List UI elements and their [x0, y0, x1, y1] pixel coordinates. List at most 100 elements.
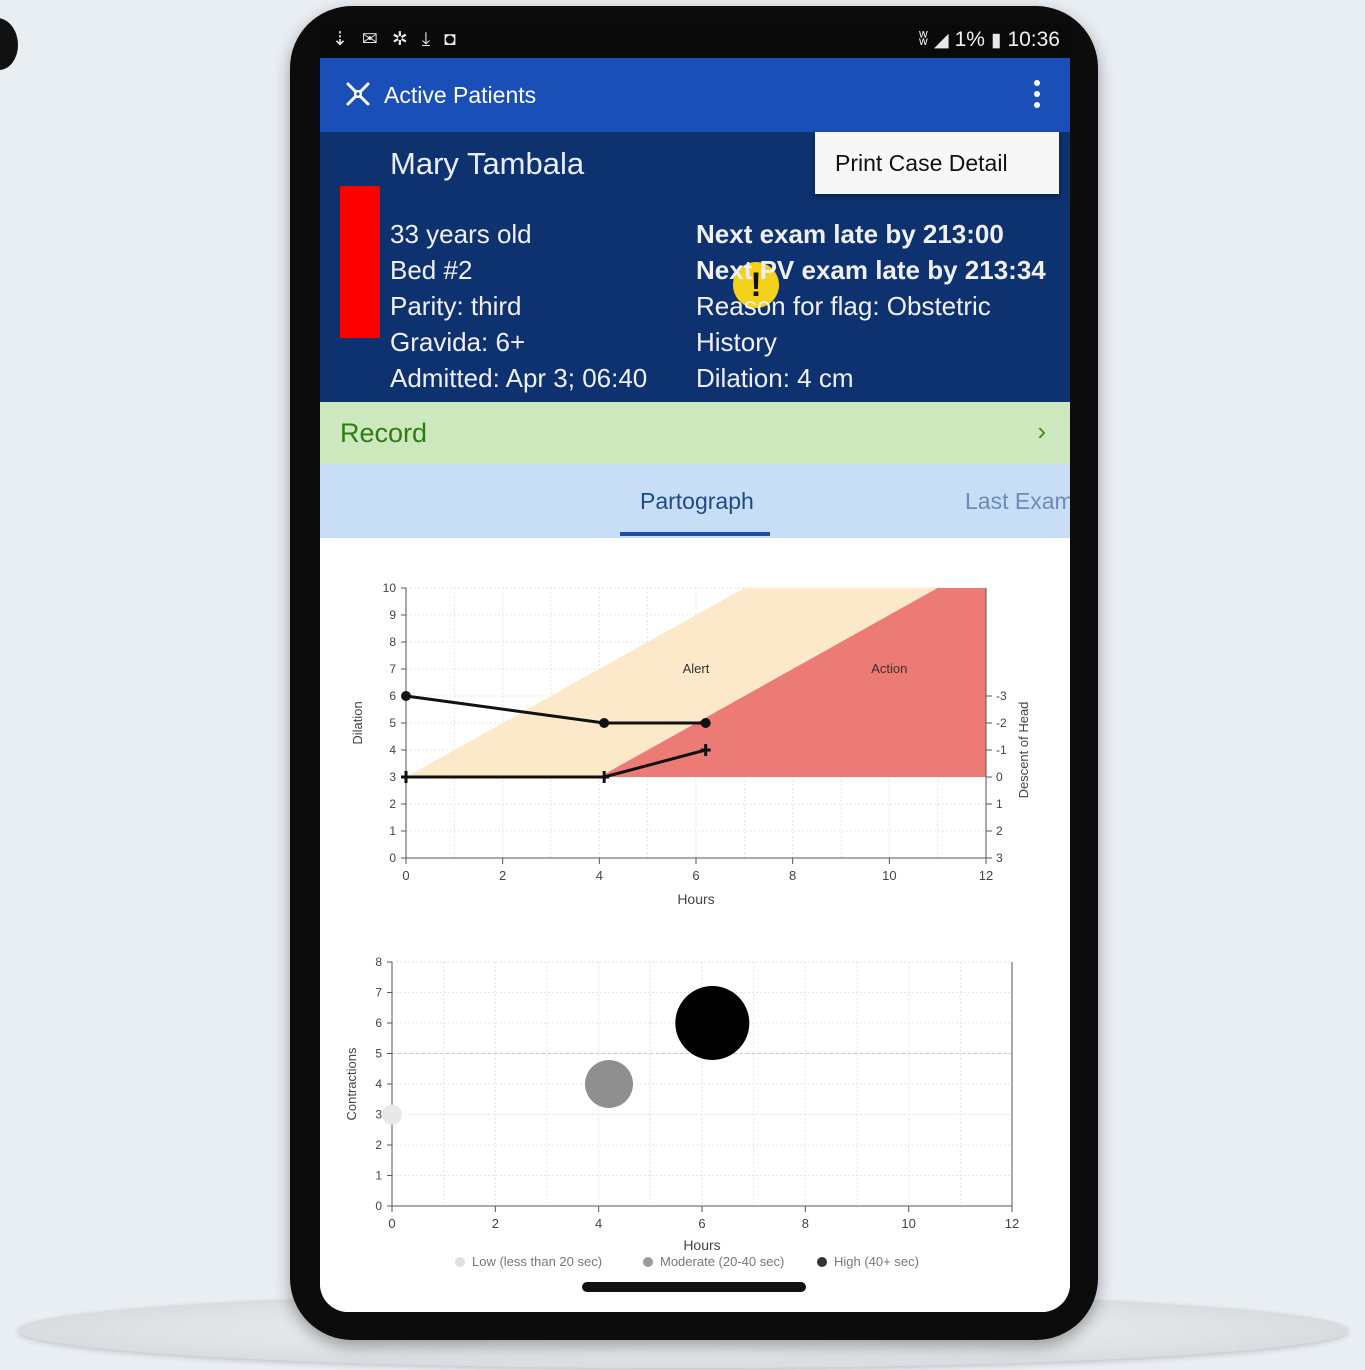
- home-indicator: [582, 1282, 806, 1292]
- y-tick-label: 2: [389, 797, 396, 811]
- x-tick-label: 0: [402, 868, 409, 883]
- y2-tick-label: 1: [996, 797, 1003, 811]
- patient-parity: Parity: third: [390, 291, 522, 321]
- x-axis-title: Hours: [683, 1237, 720, 1253]
- exam-status: Next exam late by 213:00 Next PV exam la…: [696, 216, 1070, 396]
- y-tick-label: 1: [389, 824, 396, 838]
- y-tick-label: 0: [389, 851, 396, 865]
- legend-marker: [817, 1257, 827, 1267]
- y-tick-label: 9: [389, 608, 396, 622]
- partograph-chart: Alert Action0123456789100 2 4 6 8 10 12-3-2-101…: [350, 581, 1031, 907]
- x-tick-label: 2: [499, 868, 506, 883]
- y-tick-label: 1: [375, 1169, 382, 1183]
- legend-marker: [643, 1257, 653, 1267]
- x-tick-label: 8: [789, 868, 796, 883]
- x-tick-label: 4: [596, 868, 603, 883]
- legend-label: Moderate (20-40 sec): [660, 1254, 784, 1269]
- y-tick-label: 5: [375, 1047, 382, 1061]
- y-tick-label: 7: [375, 986, 382, 1000]
- tab-bar: Partograph Last Exam: [320, 464, 1070, 538]
- clock: 10:36: [1007, 28, 1060, 51]
- contraction-point-moderate: [585, 1060, 633, 1108]
- y2-tick-label: 0: [996, 770, 1003, 784]
- patient-gravida: Gravida: 6+: [390, 327, 526, 357]
- battery-icon: ▮: [990, 29, 1002, 51]
- y-tick-label: 4: [389, 743, 396, 757]
- current-dilation: Dilation: 4 cm: [696, 363, 854, 393]
- next-pv-exam-late: Next PV exam late by 213:34: [696, 255, 1046, 285]
- phone-screen: ⇣ ✉ ✲ ⤓ ◘ ʬ ◢ 1% ▮ 10:36 Active Patients…: [320, 22, 1070, 1312]
- y-tick-label: 4: [375, 1077, 382, 1091]
- chevron-right-icon: ›: [1037, 416, 1046, 446]
- print-case-detail-label: Print Case Detail: [835, 150, 1008, 176]
- y-tick-label: 7: [389, 662, 396, 676]
- y-tick-label: 10: [383, 581, 397, 595]
- download-icon: ⤓: [421, 28, 431, 50]
- contractions-chart: 0123456780 2 4 6 8 10 12HoursContractionsLow (…: [344, 955, 1019, 1269]
- flag-reason: Reason for flag: Obstetric History: [696, 291, 991, 357]
- alert-zone-label: Alert: [683, 661, 710, 676]
- app-logo-icon: [346, 82, 370, 106]
- x-axis-title: Hours: [677, 891, 714, 907]
- x-tick-label: 6: [692, 868, 699, 883]
- contraction-point-low: [382, 1104, 402, 1125]
- usb-icon: ⇣: [332, 29, 348, 50]
- x-tick-label: 8: [802, 1216, 809, 1231]
- x-tick-label: 2: [492, 1216, 499, 1231]
- y2-tick-label: 3: [996, 851, 1003, 865]
- y2-axis-title: Descent of Head: [1016, 702, 1031, 799]
- patient-name: Mary Tambala: [390, 146, 585, 181]
- status-left-icons: ⇣ ✉ ✲ ⤓ ◘: [332, 28, 456, 51]
- status-right: ʬ ◢ 1% ▮ 10:36: [919, 28, 1060, 52]
- series-point: [401, 771, 411, 783]
- y-tick-label: 3: [375, 1108, 382, 1122]
- y-axis-title: Contractions: [344, 1047, 359, 1120]
- x-tick-label: 10: [882, 868, 896, 883]
- x-tick-label: 4: [595, 1216, 602, 1231]
- flag-color-bar: [340, 186, 380, 338]
- y-tick-label: 3: [389, 770, 396, 784]
- y-tick-label: 6: [375, 1016, 382, 1030]
- y-tick-label: 0: [375, 1199, 382, 1213]
- series-point: [401, 691, 411, 701]
- patient-details: 33 years old Bed #2 Parity: third Gravid…: [390, 216, 647, 396]
- y-axis-title: Dilation: [350, 701, 365, 744]
- y2-tick-label: -2: [996, 716, 1007, 730]
- app-bar: Active Patients: [320, 58, 1070, 132]
- action-zone-label: Action: [871, 661, 907, 676]
- next-exam-late: Next exam late by 213:00: [696, 219, 1004, 249]
- y2-tick-label: 2: [996, 824, 1003, 838]
- y-tick-label: 6: [389, 689, 396, 703]
- app-title: Active Patients: [384, 82, 537, 108]
- print-case-detail-menu-item[interactable]: Print Case Detail: [815, 132, 1059, 194]
- patient-bed: Bed #2: [390, 255, 473, 285]
- legend-marker: [455, 1257, 465, 1267]
- record-button[interactable]: Record ›: [320, 402, 1070, 464]
- signal-icon: ◢: [933, 29, 949, 51]
- y-tick-label: 8: [389, 635, 396, 649]
- y2-tick-label: -3: [996, 689, 1007, 703]
- status-bar: ⇣ ✉ ✲ ⤓ ◘ ʬ ◢ 1% ▮ 10:36: [320, 22, 1070, 58]
- overflow-menu-icon[interactable]: [1032, 80, 1042, 112]
- chart-area: Alert Action 0 1 2 3 4 5 6 7 8 9 10 0 2 4 6 8 10 12 -3 -2 -1 0 1…: [320, 538, 1070, 1312]
- corner-shape: [0, 18, 18, 70]
- active-tab-indicator: [620, 532, 770, 536]
- tab-last-exam[interactable]: Last Exam: [965, 488, 1070, 515]
- series-point: [599, 718, 610, 728]
- x-tick-label: 10: [901, 1216, 915, 1231]
- record-label: Record: [340, 418, 428, 448]
- series-point: [700, 718, 711, 728]
- tab-partograph[interactable]: Partograph: [640, 488, 754, 515]
- y-tick-label: 8: [375, 955, 382, 969]
- camera-icon: ◘: [444, 28, 456, 50]
- contraction-point-high: [675, 986, 750, 1060]
- y-tick-label: 5: [389, 716, 396, 730]
- battery-percent: 1%: [954, 28, 985, 51]
- y2-tick-label: -1: [996, 743, 1007, 757]
- x-tick-label: 12: [979, 868, 993, 883]
- legend-label: Low (less than 20 sec): [472, 1254, 602, 1269]
- app-logo-icon: ✲: [391, 29, 408, 50]
- patient-age: 33 years old: [390, 219, 532, 249]
- x-tick-label: 12: [1005, 1216, 1019, 1231]
- x-tick-label: 0: [388, 1216, 395, 1231]
